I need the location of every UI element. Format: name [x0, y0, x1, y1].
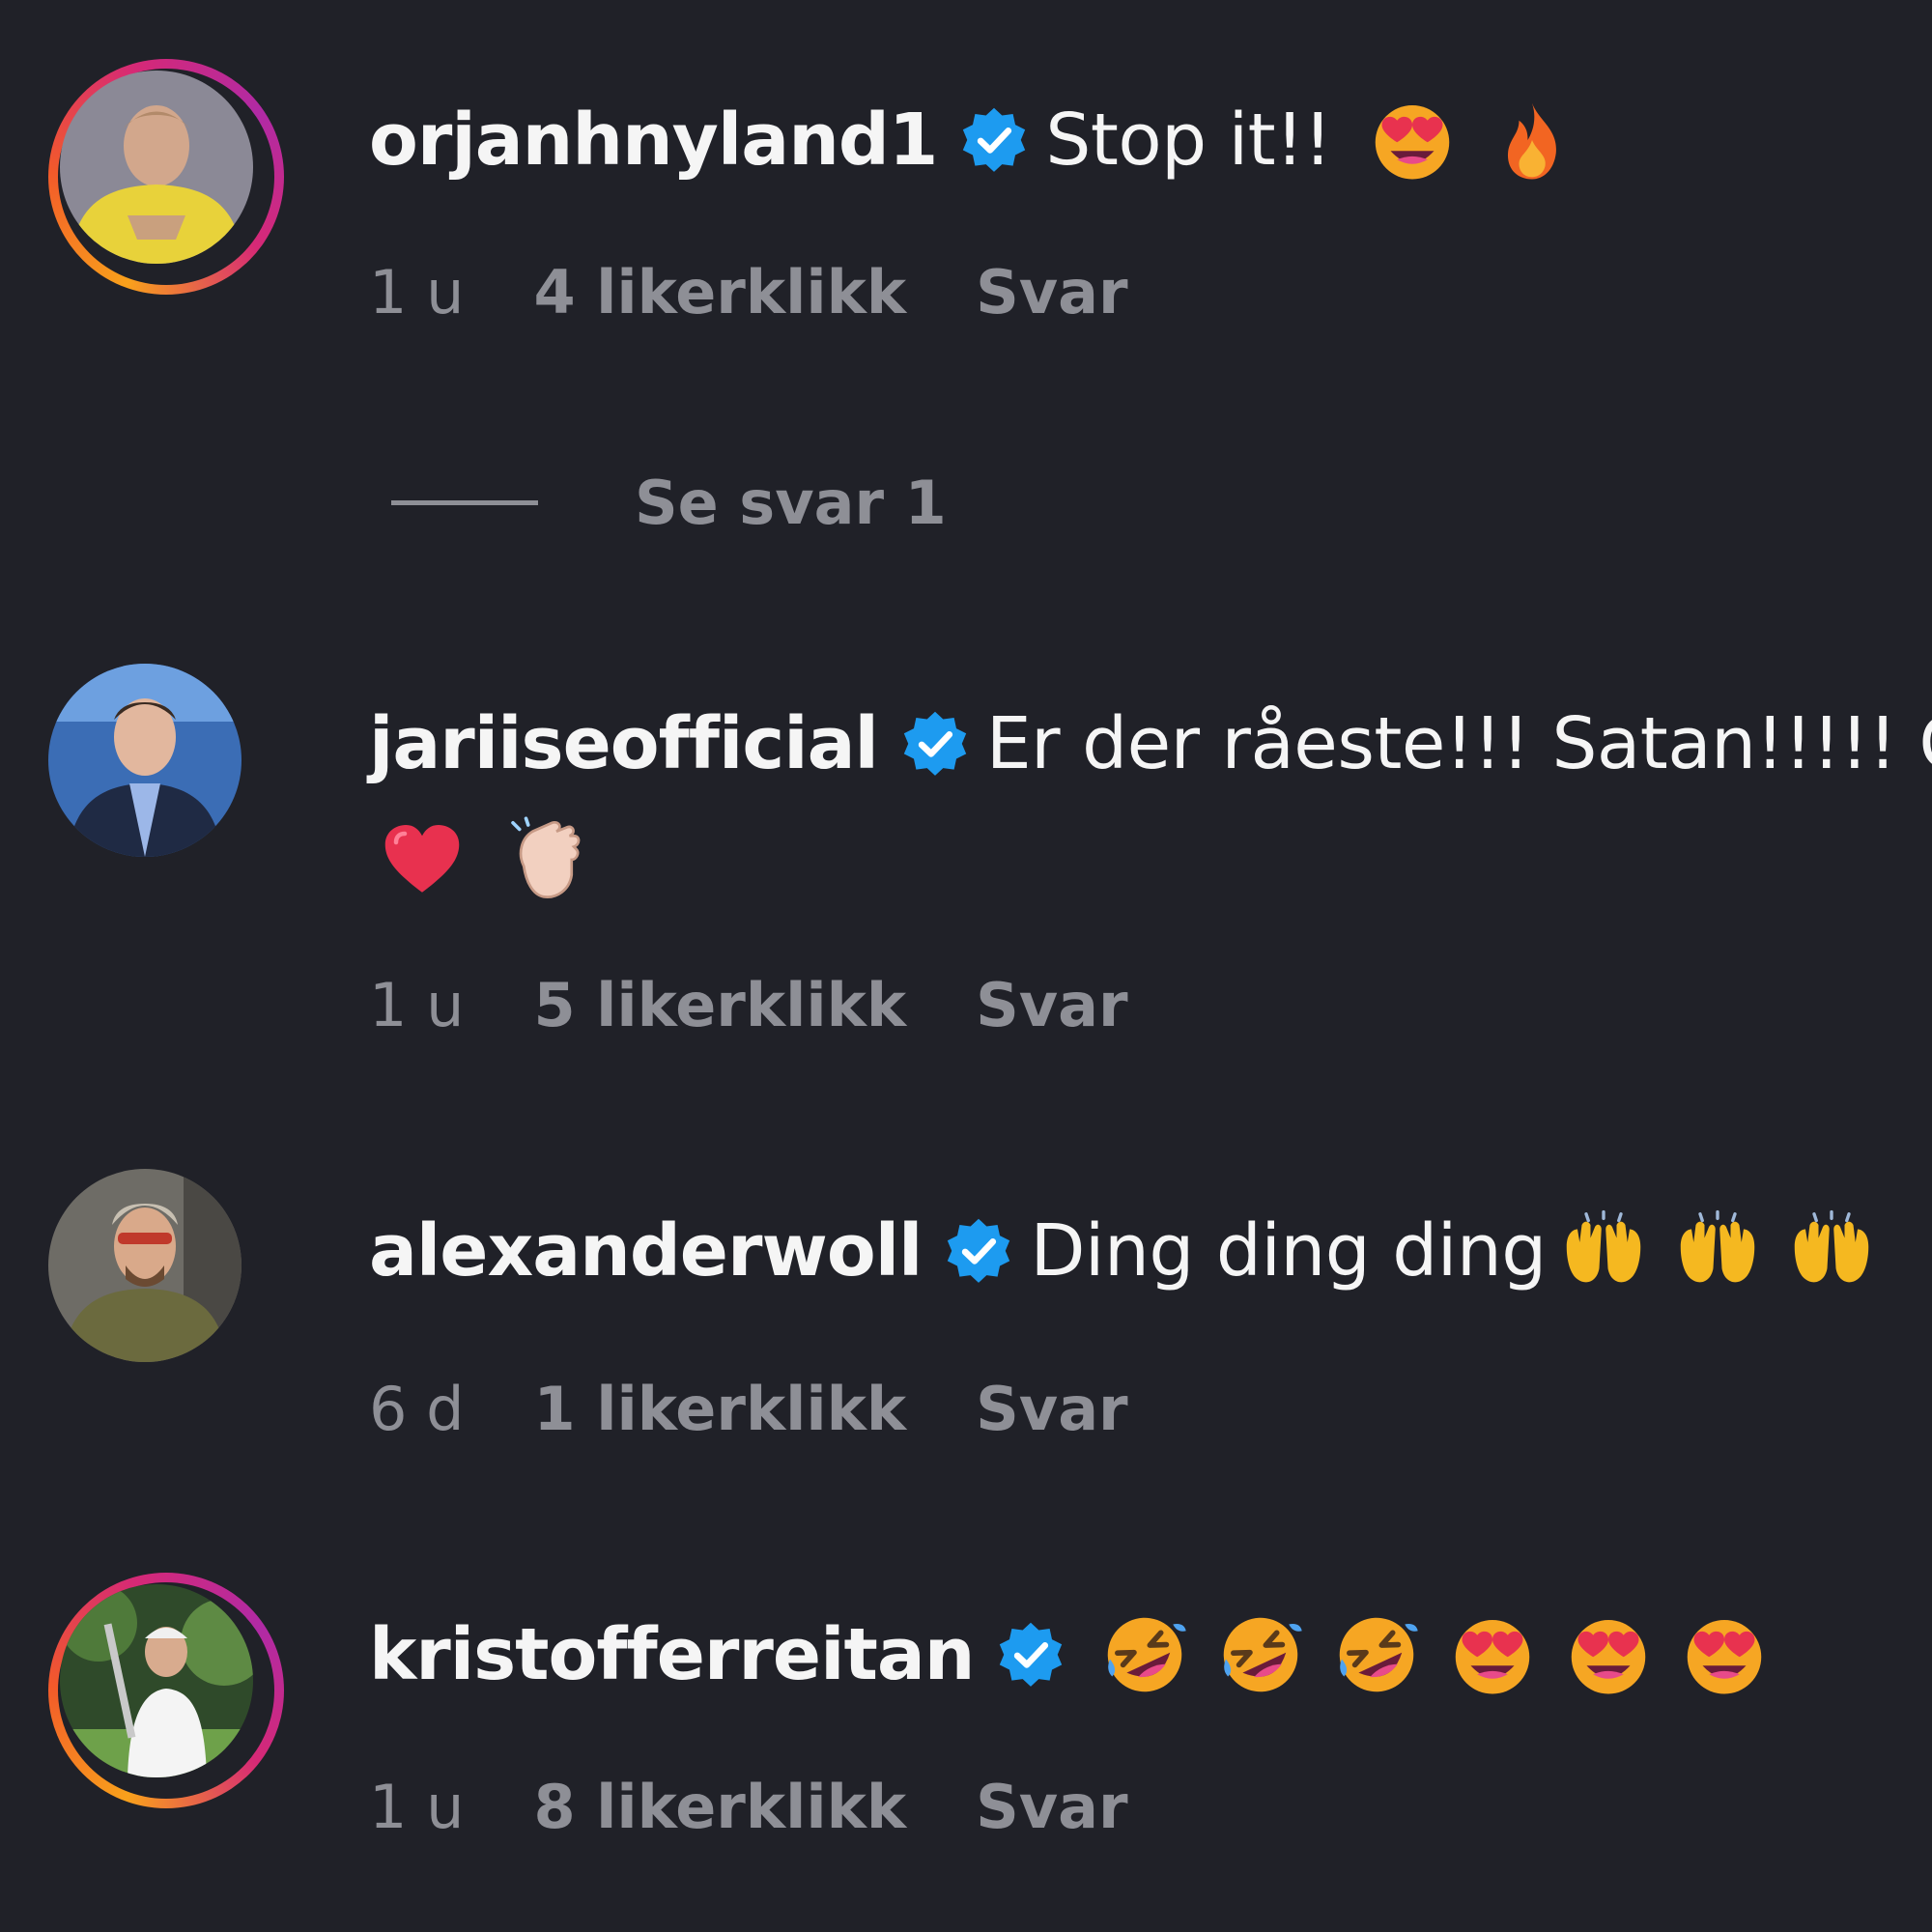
verified-badge-icon	[899, 708, 971, 780]
reply-button[interactable]: Svar	[976, 257, 1127, 327]
heart-eyes-emoji-icon	[1565, 1611, 1652, 1698]
avatar	[60, 1584, 253, 1777]
avatar[interactable]	[48, 664, 284, 899]
avatar-story-ring[interactable]	[48, 1573, 284, 1808]
likes-count-button[interactable]: 8 likerklikk	[533, 1772, 906, 1842]
likes-count-button[interactable]: 1 likerklikk	[534, 1374, 907, 1444]
avatar-image	[48, 664, 242, 857]
reply-button[interactable]: Svar	[976, 1772, 1127, 1842]
comment-username[interactable]: alexanderwoll	[369, 1209, 923, 1293]
avatar[interactable]	[48, 1169, 284, 1405]
heart-eyes-emoji-icon	[1449, 1611, 1536, 1698]
clapping-hands-emoji-icon	[504, 816, 591, 903]
avatar	[60, 71, 253, 264]
rofl-emoji-icon	[1101, 1611, 1188, 1698]
comment-time: 1 u	[369, 1771, 465, 1842]
verified-badge-icon	[958, 104, 1030, 176]
fire-emoji-icon	[1489, 97, 1576, 184]
comment-username[interactable]: jariiseofficial	[369, 702, 879, 785]
replies-divider	[391, 499, 538, 505]
comment-username[interactable]: kristofferreitan	[369, 1613, 975, 1696]
comment-time: 6 d	[369, 1373, 465, 1444]
likes-count-button[interactable]: 5 likerklikk	[533, 970, 906, 1040]
avatar-image	[48, 1169, 242, 1362]
raising-hands-emoji-icon	[1560, 1208, 1647, 1294]
verified-badge-icon	[943, 1215, 1014, 1287]
see-replies-label: Se svar 1	[635, 467, 947, 538]
avatar-image-frame	[48, 664, 242, 857]
comment-text: Er der råeste!!! Satan!!!!! G	[985, 702, 1932, 785]
comment-time: 1 u	[369, 969, 465, 1040]
comment-text: Stop it!!	[1045, 99, 1332, 182]
heart-eyes-emoji-icon	[1681, 1611, 1768, 1698]
avatar-image	[60, 71, 253, 264]
comment-username[interactable]: orjanhnyland1	[369, 99, 938, 182]
heart-eyes-emoji-icon	[1369, 97, 1456, 184]
red-heart-emoji-icon	[379, 816, 466, 903]
comment-text: Ding ding ding	[1030, 1209, 1547, 1293]
rofl-emoji-icon	[1333, 1611, 1420, 1698]
avatar-image	[60, 1584, 253, 1777]
raising-hands-emoji-icon	[1788, 1208, 1875, 1294]
rofl-emoji-icon	[1217, 1611, 1304, 1698]
comment-time: 1 u	[369, 256, 465, 327]
raising-hands-emoji-icon	[1674, 1208, 1761, 1294]
reply-button[interactable]: Svar	[976, 1374, 1127, 1444]
verified-badge-icon	[995, 1619, 1066, 1690]
avatar-image-frame	[48, 1169, 242, 1362]
avatar-story-ring[interactable]	[48, 59, 284, 295]
see-replies-button[interactable]: Se svar 1	[391, 464, 947, 541]
likes-count-button[interactable]: 4 likerklikk	[533, 257, 906, 327]
reply-button[interactable]: Svar	[976, 970, 1127, 1040]
